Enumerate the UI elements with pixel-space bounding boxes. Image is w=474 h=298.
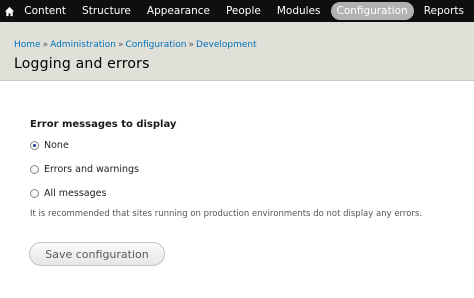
page-title: Logging and errors <box>14 56 150 72</box>
radio-label-errors-and-warnings[interactable]: Errors and warnings <box>44 164 139 175</box>
radio-none[interactable] <box>30 140 39 150</box>
save-configuration-button[interactable]: Save configuration <box>29 242 165 266</box>
radio-label-none[interactable]: None <box>44 140 69 151</box>
toolbar-item-people[interactable]: People <box>220 2 267 20</box>
option-errors-and-warnings[interactable]: Errors and warnings <box>30 163 460 175</box>
home-icon-glyph <box>4 6 14 16</box>
breadcrumb-separator: » <box>117 40 124 50</box>
radio-all-messages[interactable] <box>30 188 39 198</box>
option-none[interactable]: None <box>30 139 460 151</box>
error-settings-form: Error messages to display None Errors an… <box>30 119 460 219</box>
home-icon[interactable] <box>0 0 18 22</box>
toolbar-item-content[interactable]: Content <box>18 2 72 20</box>
field-description: It is recommended that sites running on … <box>30 209 423 219</box>
radio-label-all-messages[interactable]: All messages <box>44 188 106 199</box>
breadcrumb-administration[interactable]: Administration <box>50 40 116 50</box>
fieldset-title: Error messages to display <box>30 119 177 130</box>
option-all-messages[interactable]: All messages <box>30 187 460 199</box>
breadcrumb-development[interactable]: Development <box>196 40 257 50</box>
toolbar-item-configuration[interactable]: Configuration <box>330 2 414 20</box>
page-header: Home» Administration» Configuration» Develo… <box>0 22 474 81</box>
radio-errors-and-warnings[interactable] <box>30 164 39 174</box>
admin-toolbar: Content Structure Appearance People Modu… <box>0 0 474 22</box>
toolbar-item-structure[interactable]: Structure <box>76 2 137 20</box>
toolbar-item-appearance[interactable]: Appearance <box>141 2 216 20</box>
breadcrumb-separator: » <box>188 40 195 50</box>
breadcrumb-home[interactable]: Home <box>14 40 41 50</box>
toolbar-item-modules[interactable]: Modules <box>271 2 327 20</box>
toolbar-item-reports[interactable]: Reports <box>418 2 470 20</box>
breadcrumb-configuration[interactable]: Configuration <box>125 40 186 50</box>
breadcrumb-separator: » <box>42 40 49 50</box>
breadcrumb: Home» Administration» Configuration» Develo… <box>14 40 257 50</box>
